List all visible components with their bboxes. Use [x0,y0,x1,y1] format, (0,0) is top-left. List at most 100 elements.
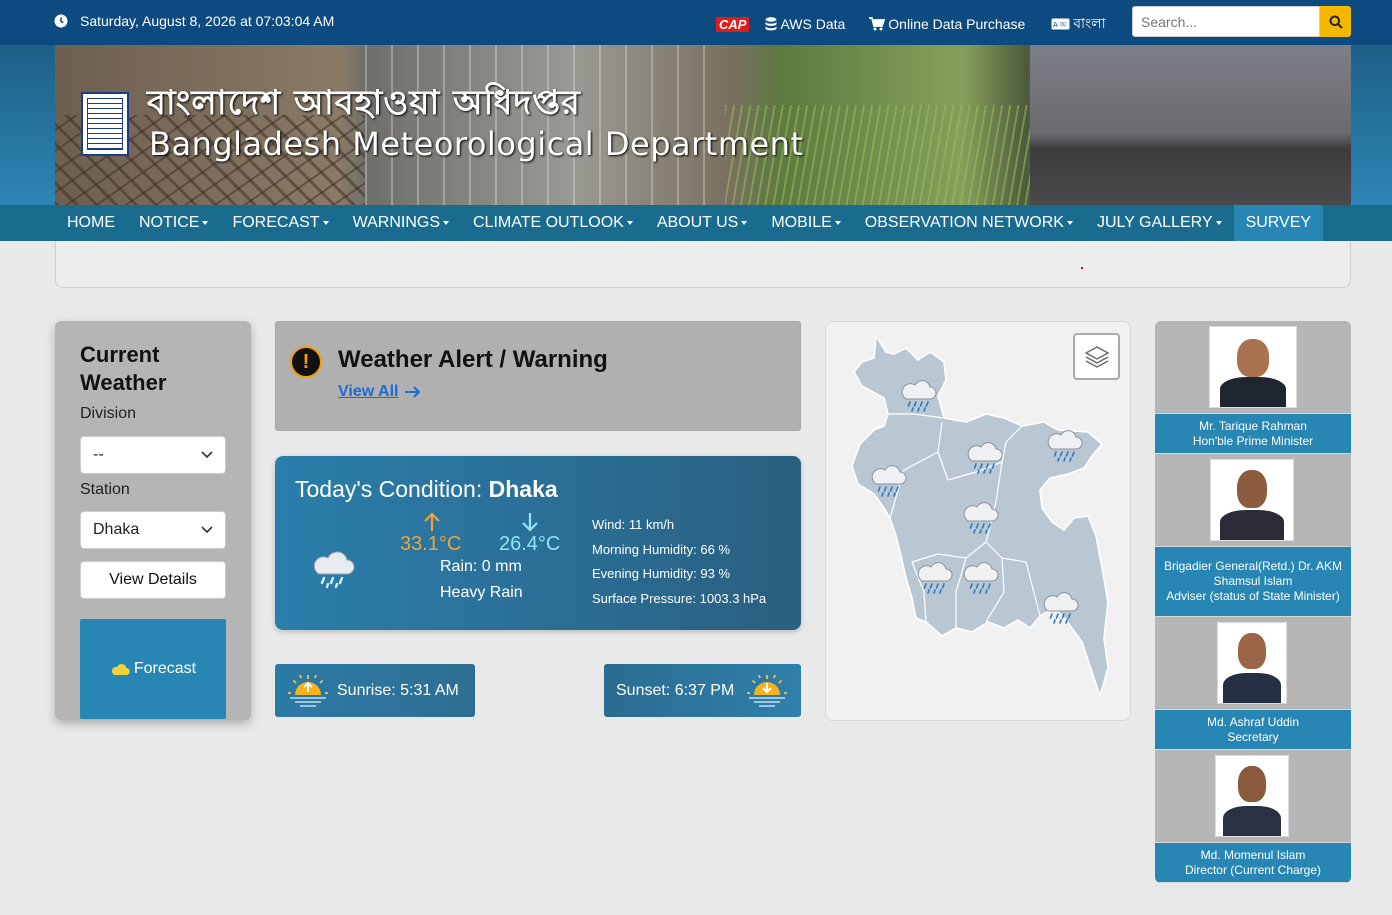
nav-item-label: JULY GALLERY [1096,214,1213,231]
nav-item-climate-outlook[interactable]: CLIMATE OUTLOOK [461,205,645,241]
svg-text:অ: অ [1059,21,1067,29]
online-data-purchase-label: Online Data Purchase [888,16,1026,32]
officials-panel: Mr. Tarique Rahman Hon'ble Prime Ministe… [1155,321,1351,883]
official-caption: Md. Ashraf Uddin Secretary [1155,709,1351,750]
arrow-down-icon [522,513,538,532]
nav-item-observation-network[interactable]: OBSERVATION NETWORK [853,205,1085,241]
caret-down-icon [741,220,748,225]
official-name: Md. Momenul Islam [1200,847,1306,862]
cloud-icon [111,664,130,676]
official-photo[interactable] [1209,326,1297,408]
search-input[interactable] [1132,6,1320,37]
official-name: Brigadier General(Retd.) Dr. AKM Shamsul… [1163,559,1343,588]
main-nav: HOME NOTICE FORECAST WARNINGS CLIMATE OUTLOO… [0,205,1392,241]
nav-item-label: ABOUT US [656,214,739,231]
svg-text:A: A [1053,21,1058,29]
caret-down-icon [626,220,633,225]
map-layers-button[interactable] [1073,333,1120,380]
datetime-text: Saturday, August 8, 2026 at 07:03:04 AM [80,13,335,29]
division-value: -- [93,446,104,463]
weather-stats: Wind: 11 km/h Morning Humidity: 66 % Eve… [592,513,766,611]
search-button[interactable] [1320,6,1351,37]
clock-icon [54,14,68,28]
aws-data-label: AWS Data [780,16,846,32]
sunrise-card: Sunrise: 5:31 AM [275,664,475,717]
nav-item-about-us[interactable]: ABOUT US [645,205,760,241]
chevron-down-icon [201,526,213,534]
official-role: Hon'ble Prime Minister [1192,433,1314,448]
official-card: Mr. Tarique Rahman Hon'ble Prime Ministe… [1155,321,1351,454]
max-temperature: 33.1°C [400,533,462,555]
exclamation-icon: ! [290,346,322,378]
forecast-button[interactable]: Forecast [80,619,226,719]
bangladesh-map-shape [851,333,1109,699]
bangladesh-weather-map[interactable] [825,321,1131,721]
official-caption: Brigadier General(Retd.) Dr. AKM Shamsul… [1155,546,1351,617]
caret-down-icon [202,220,209,225]
station-label: Station [80,481,130,498]
official-caption: Mr. Tarique Rahman Hon'ble Prime Ministe… [1155,413,1351,454]
sunset-card: Sunset: 6:37 PM [604,664,801,717]
chevron-down-icon [201,451,213,459]
language-icon: Aঅ [1051,18,1070,30]
nav-item-survey[interactable]: SURVEY [1233,205,1324,241]
official-caption: Md. Momenul Islam Director (Current Char… [1155,842,1351,883]
cap-link[interactable]: CAP [716,16,750,32]
nav-item-forecast[interactable]: FORECAST [220,205,340,241]
caret-down-icon [1215,220,1222,225]
official-name: Md. Ashraf Uddin [1206,714,1300,729]
nav-item-label: SURVEY [1245,214,1312,231]
view-all-label: View All [338,383,399,400]
division-label: Division [80,405,137,422]
nav-item-mobile[interactable]: MOBILE [759,205,852,241]
station-select[interactable]: Dhaka [80,511,226,549]
today-condition-card: Today's Condition: Dhaka 33.1°C 26.4°C R… [275,456,801,630]
official-name: Mr. Tarique Rahman [1199,418,1307,433]
nav-item-label: FORECAST [232,214,320,231]
bmd-logo[interactable] [81,92,129,156]
station-value: Dhaka [93,521,140,538]
search-icon [1329,15,1343,29]
nav-item-warnings[interactable]: WARNINGS [341,205,461,241]
rainfall: Rain: 0 mm [440,558,522,575]
weather-alert-title: Weather Alert / Warning [338,346,608,373]
top-bar: Saturday, August 8, 2026 at 07:03:04 AM … [0,0,1392,45]
official-photo[interactable] [1215,755,1289,837]
caret-down-icon [322,220,329,225]
aws-data-link[interactable]: AWS Data [765,16,845,32]
nav-item-july-gallery[interactable]: JULY GALLERY [1085,205,1234,241]
sunrise-icon [288,674,328,707]
nav-item-label: CLIMATE OUTLOOK [472,214,624,231]
caret-down-icon [442,220,449,225]
current-weather-panel: Current Weather Division -- Station Dhak… [55,321,251,720]
official-role: Secretary [1227,729,1279,744]
view-details-button[interactable]: View Details [80,561,226,599]
division-select[interactable]: -- [80,436,226,474]
nav-item-label: HOME [67,214,115,231]
surface-pressure: Surface Pressure: 1003.3 hPa [592,590,767,606]
official-card: Md. Ashraf Uddin Secretary [1155,617,1351,750]
nav-item-label: MOBILE [771,214,832,231]
official-photo[interactable] [1210,459,1294,541]
language-toggle[interactable]: Aঅ বাংলা [1051,12,1106,36]
arrow-right-icon [405,386,421,398]
database-icon [765,17,777,31]
sunrise-text: Sunrise: 5:31 AM [337,681,459,699]
today-condition-prefix: Today's Condition: [295,476,483,502]
nav-item-home[interactable]: HOME [55,205,127,241]
evening-humidity: Evening Humidity: 93 % [592,566,731,582]
nav-item-notice[interactable]: NOTICE [127,205,220,241]
view-all-link[interactable]: View All [338,383,422,401]
caret-down-icon [834,220,841,225]
today-condition-station: Dhaka [488,476,558,502]
banner-photo-city [1030,45,1351,205]
nav-item-label: NOTICE [139,214,200,231]
official-photo[interactable] [1217,622,1287,704]
cart-icon [869,17,886,31]
rain-cloud-icon [313,551,355,589]
weather-condition: Heavy Rain [440,584,523,601]
banner-title-english: Bangladesh Meteorological Department [149,125,804,163]
search-box [1132,6,1351,37]
official-role: Adviser (status of State Minister) [1166,589,1340,603]
online-data-purchase-link[interactable]: Online Data Purchase [869,16,1025,32]
